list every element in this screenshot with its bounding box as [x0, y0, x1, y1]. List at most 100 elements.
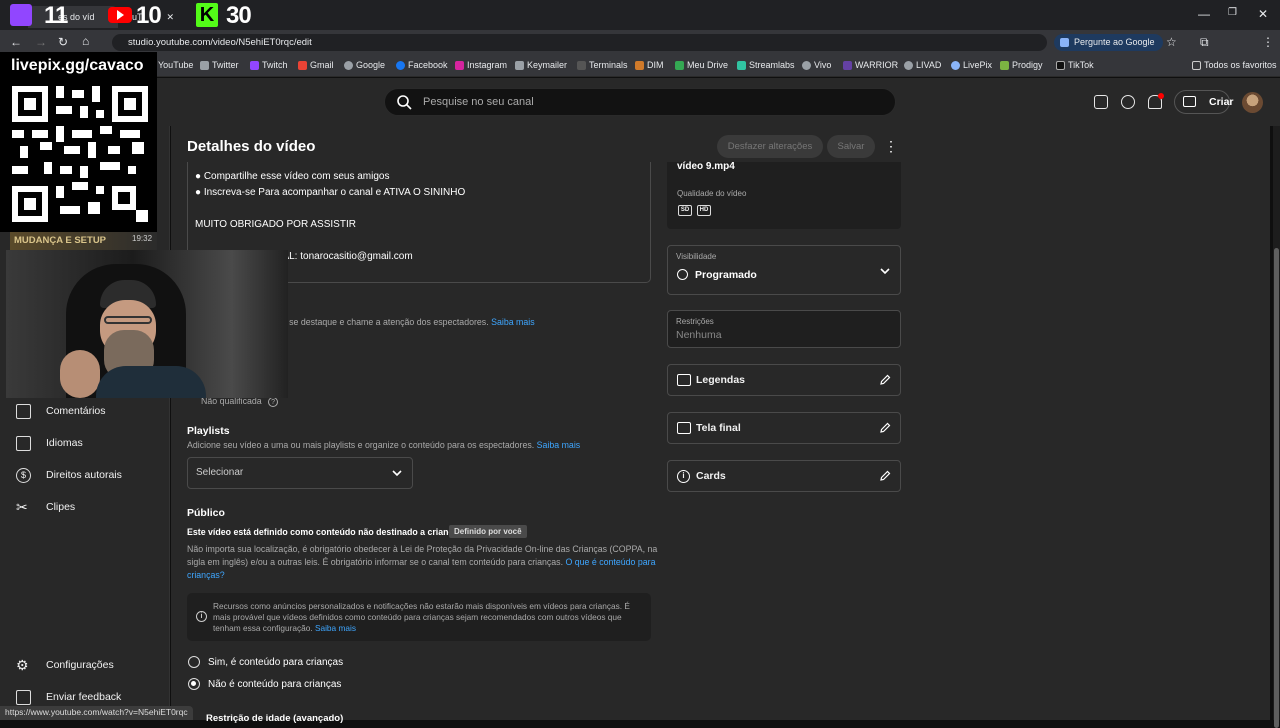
url-field[interactable]: studio.youtube.com/video/N5ehiET0rqc/edi…	[112, 34, 1047, 51]
channel-search-input[interactable]: Pesquise no seu canal	[384, 88, 896, 116]
sd-badge-icon: SD	[678, 205, 692, 216]
feedback-icon	[16, 689, 31, 705]
gear-icon: ⚙	[16, 656, 29, 673]
radio-label-no: Não é conteúdo para crianças	[208, 679, 342, 690]
forward-icon[interactable]: →	[35, 35, 47, 49]
bookmark-keymailer[interactable]: Keymailer	[515, 60, 567, 70]
scrollbar-thumb[interactable]	[1274, 248, 1279, 728]
visibility-select[interactable]: Visibilidade Programado	[667, 245, 901, 295]
kids-content-link[interactable]: crianças?	[187, 570, 225, 580]
bookmark-drive[interactable]: Meu Drive	[675, 60, 728, 70]
comment-icon[interactable]	[1094, 95, 1108, 109]
bookmark-gmail[interactable]: Gmail	[298, 60, 334, 70]
livepix-url-text: livepix.gg/cavaco	[11, 57, 144, 74]
reload-icon[interactable]: ↻	[58, 35, 68, 49]
bookmark-warrior[interactable]: WARRIOR	[843, 60, 898, 70]
instagram-icon	[455, 60, 464, 70]
window-close-icon[interactable]: ✕	[1258, 7, 1268, 21]
sidebar-item-settings[interactable]: ⚙ Configurações	[16, 654, 114, 676]
bookmark-twitter[interactable]: Twitter	[200, 60, 239, 70]
help-icon[interactable]: ?	[268, 397, 279, 407]
description-line: ● Compartilhe esse vídeo com seus amigos	[195, 171, 390, 182]
browser-tab-bar: es do víd uT ✕ — ❐ ✕	[0, 0, 1280, 30]
tiktok-icon	[1056, 60, 1065, 70]
bookmark-youtube[interactable]: YouTube	[158, 60, 193, 70]
sidebar-item-clips[interactable]: ✂ Clipes	[16, 496, 75, 518]
livepix-icon	[951, 60, 960, 70]
playlists-learn-more-link[interactable]: Saiba mais	[537, 440, 581, 450]
extensions-icon[interactable]: ⧉	[1200, 35, 1209, 50]
audience-set-text: Este vídeo está definido como conteúdo n…	[187, 527, 464, 537]
help-icon[interactable]	[1121, 95, 1135, 109]
scrollbar[interactable]	[1273, 126, 1280, 728]
playlist-select-value: Selecionar	[196, 467, 244, 478]
subtitles-button[interactable]: Legendas	[667, 364, 901, 396]
star-icon[interactable]: ☆	[1166, 35, 1177, 49]
bookmark-dim[interactable]: DIM	[635, 60, 664, 70]
radio-kids-no[interactable]	[188, 678, 200, 690]
info-learn-more-link[interactable]: Saiba mais	[315, 623, 356, 633]
thumbnail-hint: que se destaque e chame a atenção dos es…	[272, 317, 535, 327]
cards-button[interactable]: i Cards	[667, 460, 901, 492]
notification-bell-icon[interactable]	[1148, 93, 1164, 109]
bookmark-vivo[interactable]: Vivo	[802, 60, 831, 70]
end-screen-icon	[677, 422, 691, 434]
thumbnail-duration: 19:32	[132, 234, 153, 243]
coppa-text-line: sigla em inglês) e/ou a outras leis. É o…	[187, 557, 655, 567]
create-button[interactable]: Criar	[1174, 90, 1234, 114]
all-favorites-folder[interactable]: Todos os favoritos	[1192, 60, 1277, 70]
kids-content-link[interactable]: O que é conteúdo para	[565, 557, 655, 567]
bookmark-label: Twitter	[212, 60, 239, 70]
menu-dots-icon[interactable]: ⋮	[1262, 35, 1274, 49]
bookmark-terminals[interactable]: Terminals	[577, 60, 628, 70]
sidebar-item-comments[interactable]: Comentários	[16, 400, 106, 422]
close-icon[interactable]: ✕	[167, 12, 175, 23]
browser-tab-active[interactable]: es do víd	[28, 6, 118, 28]
webcam-overlay	[6, 250, 288, 398]
bookmark-twitch[interactable]: Twitch	[250, 60, 288, 70]
maximize-icon[interactable]: ❐	[1228, 7, 1237, 18]
playlist-select[interactable]: Selecionar	[187, 457, 413, 489]
twitch-viewer-count: 11	[44, 2, 68, 29]
info-text-line: Recursos como anúncios personalizados e …	[213, 601, 630, 611]
minimize-icon[interactable]: —	[1198, 7, 1210, 21]
restrictions-label: Restrições	[676, 317, 714, 326]
qr-code-icon	[12, 86, 148, 222]
sidebar-item-copyright[interactable]: $ Direitos autorais	[16, 464, 122, 486]
back-icon[interactable]: ←	[10, 35, 22, 49]
chevron-down-icon	[880, 268, 890, 275]
thumbnail-learn-more-link[interactable]: Saiba mais	[491, 317, 535, 327]
ask-google-button[interactable]: Pergunte ao Google	[1054, 34, 1163, 51]
info-text: tenham essa configuração.	[213, 623, 313, 633]
livad-icon	[904, 60, 913, 70]
undo-changes-button[interactable]: Desfazer alterações	[717, 135, 823, 158]
more-options-icon[interactable]: ⋮	[884, 139, 898, 155]
radio-kids-yes[interactable]	[188, 656, 200, 668]
save-button[interactable]: Salvar	[827, 135, 875, 158]
bookmark-google[interactable]: Google	[344, 60, 385, 70]
end-screen-button[interactable]: Tela final	[667, 412, 901, 444]
restrictions-field: Restrições Nenhuma	[667, 310, 901, 348]
avatar[interactable]	[1242, 92, 1263, 113]
create-video-icon	[1183, 96, 1196, 107]
terminals-icon	[577, 60, 586, 70]
bookmark-prodigy[interactable]: Prodigy	[1000, 60, 1043, 70]
video-thumbnail[interactable]: MUDANÇA E SETUP 19:32	[10, 232, 157, 250]
bookmark-label: Meu Drive	[687, 60, 729, 70]
bookmark-facebook[interactable]: Facebook	[396, 60, 448, 70]
home-icon[interactable]: ⌂	[82, 34, 89, 48]
sidebar-item-label: Configurações	[46, 659, 114, 671]
bookmark-livepix[interactable]: LivePix	[951, 60, 992, 70]
bookmark-instagram[interactable]: Instagram	[455, 60, 507, 70]
sidebar-item-languages[interactable]: Idiomas	[16, 432, 83, 454]
dim-icon	[635, 60, 644, 70]
thumbnail-title: MUDANÇA E SETUP	[14, 235, 107, 246]
video-filename: vídeo 9.mp4	[677, 161, 735, 172]
gmail-icon	[298, 60, 307, 70]
sidebar-item-feedback[interactable]: Enviar feedback	[16, 686, 121, 708]
age-restriction-toggle[interactable]: Restrição de idade (avançado)	[206, 713, 343, 724]
bookmark-livad[interactable]: LIVAD	[904, 60, 941, 70]
bookmark-streamlabs[interactable]: Streamlabs	[737, 60, 795, 70]
video-info-card: vídeo 9.mp4 Qualidade do vídeo SD HD	[667, 161, 901, 229]
bookmark-tiktok[interactable]: TikTok	[1056, 60, 1094, 70]
